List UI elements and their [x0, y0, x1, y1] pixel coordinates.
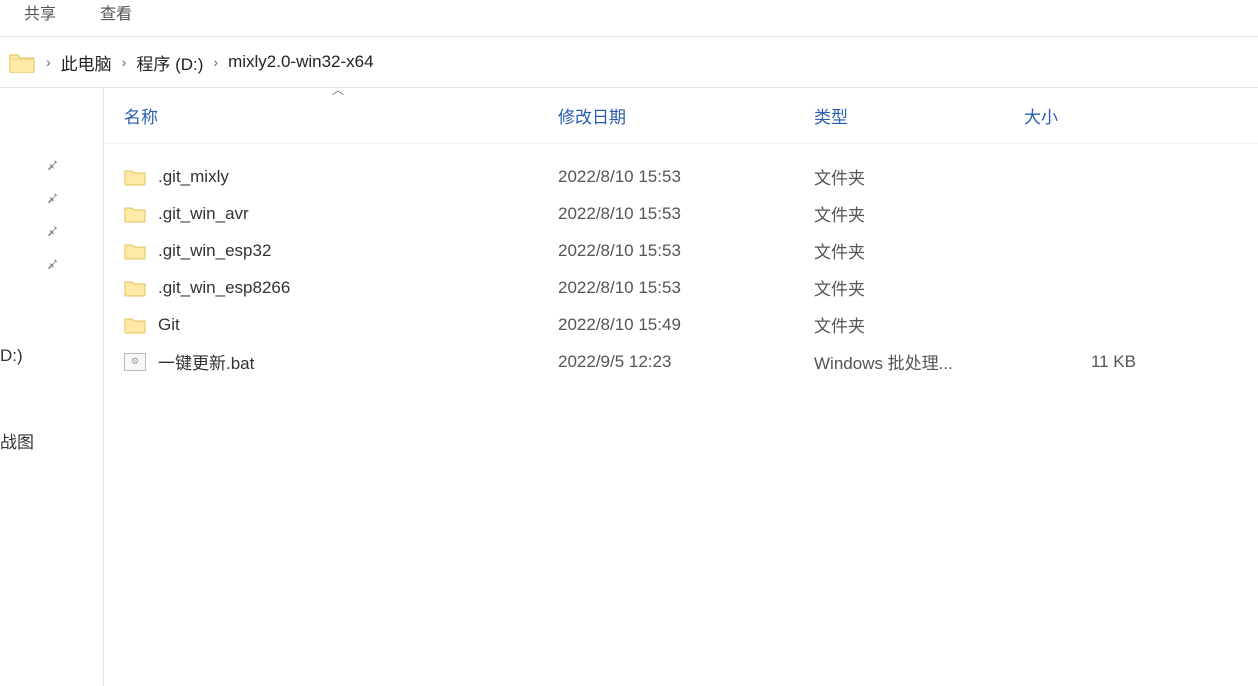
file-type: Windows 批处理... — [814, 349, 1024, 374]
breadcrumb-pc[interactable]: 此电脑 — [61, 50, 112, 75]
file-date: 2022/8/10 15:53 — [558, 278, 814, 298]
column-header-size[interactable]: 大小 — [1024, 103, 1164, 128]
folder-icon — [124, 168, 146, 186]
folder-icon — [124, 316, 146, 334]
column-header-date[interactable]: 修改日期 — [558, 103, 814, 128]
file-row[interactable]: .git_mixly 2022/8/10 15:53文件夹 — [104, 158, 1258, 195]
batch-file-icon: ⚙ — [124, 353, 146, 371]
pin-icon[interactable] — [45, 257, 59, 276]
column-headers: ︿ 名称 修改日期 类型 大小 — [104, 88, 1258, 144]
chevron-right-icon[interactable]: › — [112, 54, 137, 70]
file-name: .git_mixly — [158, 167, 229, 187]
chevron-right-icon[interactable]: › — [36, 54, 61, 70]
folder-icon — [124, 279, 146, 297]
file-type: 文件夹 — [814, 312, 1024, 337]
sidebar-view-label[interactable]: 战图 — [0, 428, 34, 453]
chevron-right-icon[interactable]: › — [203, 54, 228, 70]
pin-icon[interactable] — [45, 191, 59, 210]
file-type: 文件夹 — [814, 164, 1024, 189]
file-type: 文件夹 — [814, 275, 1024, 300]
file-type: 文件夹 — [814, 238, 1024, 263]
navigation-sidebar: D:) 战图 — [0, 88, 104, 686]
file-date: 2022/8/10 15:49 — [558, 315, 814, 335]
file-date: 2022/9/5 12:23 — [558, 352, 814, 372]
file-row[interactable]: .git_win_avr 2022/8/10 15:53文件夹 — [104, 195, 1258, 232]
folder-icon — [124, 205, 146, 223]
file-name: .git_win_avr — [158, 204, 249, 224]
file-name: .git_win_esp8266 — [158, 278, 290, 298]
sort-indicator-icon: ︿ — [332, 81, 344, 98]
breadcrumb-folder[interactable]: mixly2.0-win32-x64 — [228, 52, 374, 72]
file-type: 文件夹 — [814, 201, 1024, 226]
folder-icon — [124, 242, 146, 260]
file-row[interactable]: ⚙ 一键更新.bat 2022/9/5 12:23Windows 批处理...11 … — [104, 343, 1258, 380]
folder-icon — [8, 50, 36, 74]
file-list-panel: ︿ 名称 修改日期 类型 大小 .git_mixly 2022/8/10 15:5… — [104, 88, 1258, 686]
ribbon-tab-share[interactable]: 共享 — [24, 0, 56, 24]
file-row[interactable]: Git 2022/8/10 15:49文件夹 — [104, 306, 1258, 343]
column-header-name[interactable]: 名称 — [104, 103, 558, 128]
file-date: 2022/8/10 15:53 — [558, 204, 814, 224]
breadcrumb-drive[interactable]: 程序 (D:) — [136, 50, 203, 75]
ribbon-tab-view[interactable]: 查看 — [100, 0, 132, 24]
file-size: 11 KB — [1024, 352, 1164, 372]
file-row[interactable]: .git_win_esp32 2022/8/10 15:53文件夹 — [104, 232, 1258, 269]
column-header-type[interactable]: 类型 — [814, 103, 1024, 128]
file-date: 2022/8/10 15:53 — [558, 167, 814, 187]
ribbon-tabs: 共享 查看 — [0, 0, 1258, 26]
pin-icon[interactable] — [45, 224, 59, 243]
sidebar-drive-label[interactable]: D:) — [0, 346, 23, 366]
pin-icon[interactable] — [45, 158, 59, 177]
file-name: Git — [158, 315, 180, 335]
file-name: .git_win_esp32 — [158, 241, 271, 261]
file-date: 2022/8/10 15:53 — [558, 241, 814, 261]
file-list: .git_mixly2022/8/10 15:53文件夹.git_win_avr… — [104, 144, 1258, 380]
file-name: 一键更新.bat — [158, 349, 254, 374]
file-row[interactable]: .git_win_esp8266 2022/8/10 15:53文件夹 — [104, 269, 1258, 306]
address-bar[interactable]: › 此电脑 › 程序 (D:) › mixly2.0-win32-x64 — [0, 36, 1258, 88]
